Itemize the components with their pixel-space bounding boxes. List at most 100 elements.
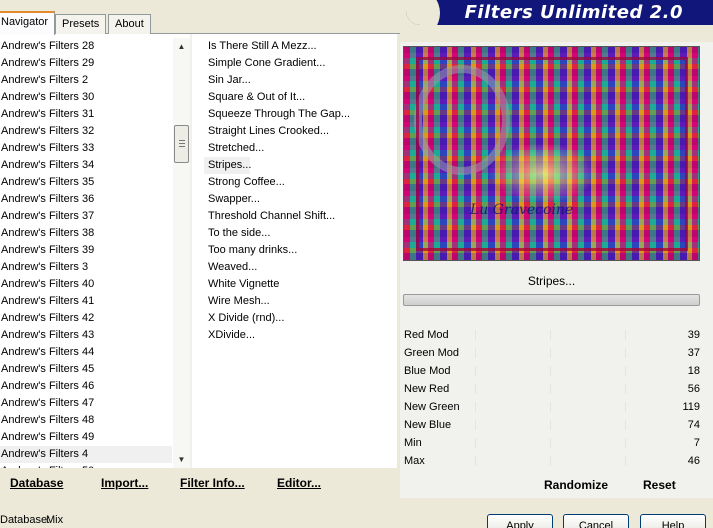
import-button[interactable]: Import... — [101, 476, 148, 490]
category-item[interactable]: Andrew's Filters 49 — [0, 429, 172, 446]
filter-item[interactable]: Simple Cone Gradient... — [204, 55, 394, 72]
header-banner: Filters Unlimited 2.0 — [406, 0, 713, 25]
filter-list[interactable]: Is There Still A Mezz... Simple Cone Grad… — [204, 38, 394, 438]
category-item[interactable]: Andrew's Filters 34 — [0, 157, 172, 174]
param-slider[interactable]: Max 46 — [400, 452, 702, 470]
app-title: Filters Unlimited 2.0 — [464, 2, 683, 23]
param-name: Max — [404, 455, 425, 467]
scroll-thumb[interactable] — [174, 125, 189, 163]
param-slider[interactable]: New Green 119 — [400, 398, 702, 416]
category-item[interactable]: Andrew's Filters 41 — [0, 293, 172, 310]
category-item[interactable]: Andrew's Filters 44 — [0, 344, 172, 361]
param-name: Green Mod — [404, 347, 460, 359]
tab-about[interactable]: About — [108, 14, 151, 34]
filter-item[interactable]: White Vignette — [204, 276, 394, 293]
category-scrollbar[interactable]: ▲ ▼ — [173, 38, 190, 468]
category-item[interactable]: Andrew's Filters 45 — [0, 361, 172, 378]
category-item[interactable]: Andrew's Filters 32 — [0, 123, 172, 140]
filter-item[interactable]: Straight Lines Crooked... — [204, 123, 394, 140]
category-item[interactable]: Andrew's Filters 28 — [0, 38, 172, 55]
current-filter-label: Stripes... — [403, 270, 700, 292]
database-label: Database: — [0, 514, 51, 526]
category-item[interactable]: Andrew's Filters 3 — [0, 259, 172, 276]
slider-tick — [475, 348, 476, 358]
param-value: 56 — [687, 383, 700, 395]
category-item[interactable]: Andrew's Filters 36 — [0, 191, 172, 208]
filter-item[interactable]: Strong Coffee... — [204, 174, 394, 191]
tab-presets[interactable]: Presets — [55, 14, 107, 34]
slider-tick — [475, 456, 476, 466]
filter-item[interactable]: Sin Jar... — [204, 72, 394, 89]
slider-tick — [550, 402, 551, 412]
slider-tick — [625, 438, 626, 448]
category-item[interactable]: Andrew's Filters 37 — [0, 208, 172, 225]
category-item[interactable]: Andrew's Filters 30 — [0, 89, 172, 106]
category-item[interactable]: Andrew's Filters 29 — [0, 55, 172, 72]
scroll-down-icon[interactable]: ▼ — [173, 451, 190, 468]
filter-item[interactable]: Square & Out of It... — [204, 89, 394, 106]
filter-item[interactable]: XDivide... — [204, 327, 394, 344]
slider-tick — [475, 384, 476, 394]
filter-item[interactable]: Threshold Channel Shift... — [204, 208, 394, 225]
category-item[interactable]: Andrew's Filters 42 — [0, 310, 172, 327]
scroll-up-icon[interactable]: ▲ — [173, 38, 190, 55]
slider-tick — [550, 348, 551, 358]
param-slider[interactable]: New Red 56 — [400, 380, 702, 398]
filter-item[interactable]: Stretched... — [204, 140, 394, 157]
slider-tick — [625, 456, 626, 466]
category-item[interactable]: Andrew's Filters 43 — [0, 327, 172, 344]
randomize-button[interactable]: Randomize — [544, 478, 608, 492]
reset-button[interactable]: Reset — [643, 478, 676, 492]
tab-navigator[interactable]: Navigator — [0, 11, 56, 35]
category-item[interactable]: Andrew's Filters 35 — [0, 174, 172, 191]
category-item[interactable]: Andrew's Filters 39 — [0, 242, 172, 259]
slider-tick — [475, 420, 476, 430]
editor-button[interactable]: Editor... — [277, 476, 321, 490]
category-item[interactable]: Andrew's Filters 48 — [0, 412, 172, 429]
filter-info-button[interactable]: Filter Info... — [180, 476, 245, 490]
slider-tick — [475, 438, 476, 448]
database-button[interactable]: Database — [10, 476, 63, 490]
apply-button[interactable]: Apply — [487, 514, 553, 528]
category-item[interactable]: Andrew's Filters 40 — [0, 276, 172, 293]
param-name: New Blue — [404, 419, 452, 431]
param-value: 119 — [682, 401, 700, 413]
filter-item[interactable]: To the side... — [204, 225, 394, 242]
param-slider[interactable]: Red Mod 39 — [400, 326, 702, 344]
filter-item[interactable]: Is There Still A Mezz... — [204, 38, 394, 55]
filter-item[interactable]: Too many drinks... — [204, 242, 394, 259]
param-slider[interactable]: Green Mod 37 — [400, 344, 702, 362]
param-slider[interactable]: New Blue 74 — [400, 416, 702, 434]
slider-tick — [550, 420, 551, 430]
category-item[interactable]: Andrew's Filters 47 — [0, 395, 172, 412]
param-slider[interactable]: Blue Mod 18 — [400, 362, 702, 380]
filter-item[interactable]: Stripes... — [204, 157, 251, 174]
category-item[interactable]: Andrew's Filters 31 — [0, 106, 172, 123]
filter-item[interactable]: Squeeze Through The Gap... — [204, 106, 394, 123]
filter-item[interactable]: X Divide (rnd)... — [204, 310, 394, 327]
filter-item[interactable]: Swapper... — [204, 191, 394, 208]
param-slider[interactable]: Min 7 — [400, 434, 702, 452]
column-divider — [190, 34, 192, 468]
help-button[interactable]: Help — [640, 514, 706, 528]
param-value: 39 — [687, 329, 700, 341]
category-item[interactable]: Andrew's Filters 33 — [0, 140, 172, 157]
slider-track — [400, 434, 702, 452]
slider-tick — [550, 330, 551, 340]
parameter-sliders: Red Mod 39 Green Mod 37 Blue Mod 18 New Red 56 N… — [400, 326, 702, 470]
category-item[interactable]: Andrew's Filters 50 — [0, 463, 172, 468]
category-item[interactable]: Andrew's Filters 2 — [0, 72, 172, 89]
slider-tick — [625, 420, 626, 430]
slider-tick — [625, 348, 626, 358]
filter-item[interactable]: Weaved... — [204, 259, 394, 276]
category-item[interactable]: Andrew's Filters 38 — [0, 225, 172, 242]
tab-bar: Navigator Presets About — [0, 0, 400, 35]
slider-tick — [550, 366, 551, 376]
filter-item[interactable]: Wire Mesh... — [204, 293, 394, 310]
slider-tick — [550, 456, 551, 466]
param-name: Min — [404, 437, 422, 449]
category-item[interactable]: Andrew's Filters 4 — [0, 446, 172, 463]
category-item[interactable]: Andrew's Filters 46 — [0, 378, 172, 395]
category-list[interactable]: Andrew's Filters 28 Andrew's Filters 29 An… — [0, 38, 172, 468]
cancel-button[interactable]: Cancel — [563, 514, 629, 528]
